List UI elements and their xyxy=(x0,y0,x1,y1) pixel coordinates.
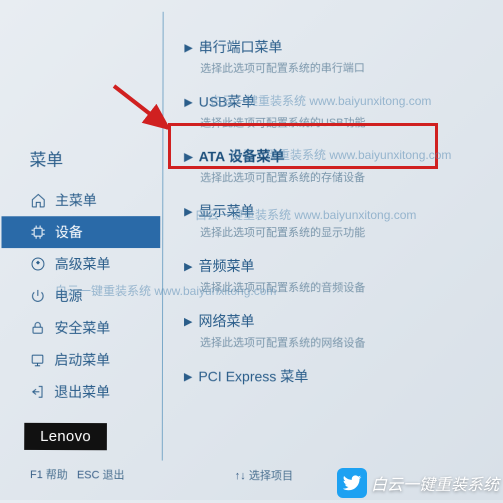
vertical-divider xyxy=(162,12,164,461)
promo-text: 白云一键重装系统 xyxy=(371,471,499,495)
sidebar-item-power[interactable]: 电源 xyxy=(1,280,160,312)
menu-item-desc: 选择此选项可配置系统的串行端口 xyxy=(184,59,483,76)
sidebar-item-main[interactable]: 主菜单 xyxy=(2,184,161,216)
menu-item-desc: 选择此选项可配置系统的存储设备 xyxy=(184,169,484,186)
chevron-right-icon: ▶ xyxy=(184,370,192,383)
sidebar-item-label: 主菜单 xyxy=(55,190,97,210)
sliders-icon xyxy=(29,255,47,273)
chevron-right-icon: ▶ xyxy=(184,41,192,54)
menu-item-label: 显示菜单 xyxy=(199,201,255,221)
menu-item-desc: 选择此选项可配置系统的USB功能 xyxy=(184,114,483,131)
brand-badge: Lenovo xyxy=(24,423,107,450)
sidebar-item-exit[interactable]: 退出菜单 xyxy=(1,376,160,409)
sidebar-item-label: 电源 xyxy=(55,286,83,306)
menu-item-pcie[interactable]: ▶ PCI Express 菜单 xyxy=(170,360,495,397)
lock-icon xyxy=(29,319,47,337)
chevron-right-icon: ▶ xyxy=(184,315,192,328)
home-icon xyxy=(29,191,47,209)
sidebar-title: 菜单 xyxy=(2,145,161,170)
menu-item-label: 音频菜单 xyxy=(199,256,255,276)
power-icon xyxy=(29,287,47,305)
promo-badge: 白云一键重装系统 xyxy=(337,468,499,498)
footer-help: F1 帮助 ESC 退出 xyxy=(30,466,125,483)
menu-item-display[interactable]: ▶ 显示菜单 选择此选项可配置系统的显示功能 xyxy=(170,195,494,250)
chevron-right-icon: ▶ xyxy=(184,150,192,163)
exit-icon xyxy=(28,383,46,401)
menu-item-desc: 选择此选项可配置系统的网络设备 xyxy=(184,334,485,351)
footer-nav: ↑↓ 选择项目 xyxy=(235,467,293,483)
sidebar-item-label: 高级菜单 xyxy=(55,254,111,274)
sidebar-item-devices[interactable]: 设备 xyxy=(1,216,160,248)
sidebar-item-advanced[interactable]: 高级菜单 xyxy=(1,248,160,280)
sidebar-item-label: 启动菜单 xyxy=(54,350,110,370)
boot-icon xyxy=(29,351,47,369)
menu-item-desc: 选择此选项可配置系统的显示功能 xyxy=(184,224,484,240)
chevron-right-icon: ▶ xyxy=(184,260,192,273)
chevron-right-icon: ▶ xyxy=(184,95,192,108)
chip-icon xyxy=(29,223,47,241)
menu-item-label: PCI Express 菜单 xyxy=(198,366,308,386)
menu-item-label: USB菜单 xyxy=(199,92,256,112)
menu-item-usb[interactable]: ▶ USB菜单 选择此选项可配置系统的USB功能 xyxy=(170,85,493,141)
sidebar-item-security[interactable]: 安全菜单 xyxy=(1,312,160,344)
menu-item-ata[interactable]: ▶ ATA 设备菜单 选择此选项可配置系统的存储设备 xyxy=(170,140,494,196)
content-panel: ▶ 串行端口菜单 选择此选项可配置系统的串行端口 ▶ USB菜单 选择此选项可配置系… xyxy=(170,30,495,397)
menu-item-audio[interactable]: ▶ 音频菜单 选择此选项可配置系统的音频设备 xyxy=(170,250,494,305)
menu-item-label: 网络菜单 xyxy=(198,311,254,331)
sidebar-item-label: 安全菜单 xyxy=(55,318,111,338)
sidebar-item-label: 设备 xyxy=(55,222,83,242)
sidebar-item-boot[interactable]: 启动菜单 xyxy=(1,344,160,376)
menu-item-label: 串行端口菜单 xyxy=(199,37,283,57)
menu-item-label: ATA 设备菜单 xyxy=(199,146,285,166)
menu-item-desc: 选择此选项可配置系统的音频设备 xyxy=(184,279,484,295)
sidebar-item-label: 退出菜单 xyxy=(54,382,110,402)
chevron-right-icon: ▶ xyxy=(184,205,192,218)
twitter-bird-icon xyxy=(337,468,367,498)
menu-item-serial[interactable]: ▶ 串行端口菜单 选择此选项可配置系统的串行端口 xyxy=(170,30,493,86)
menu-item-network[interactable]: ▶ 网络菜单 选择此选项可配置系统的网络设备 xyxy=(170,305,495,361)
